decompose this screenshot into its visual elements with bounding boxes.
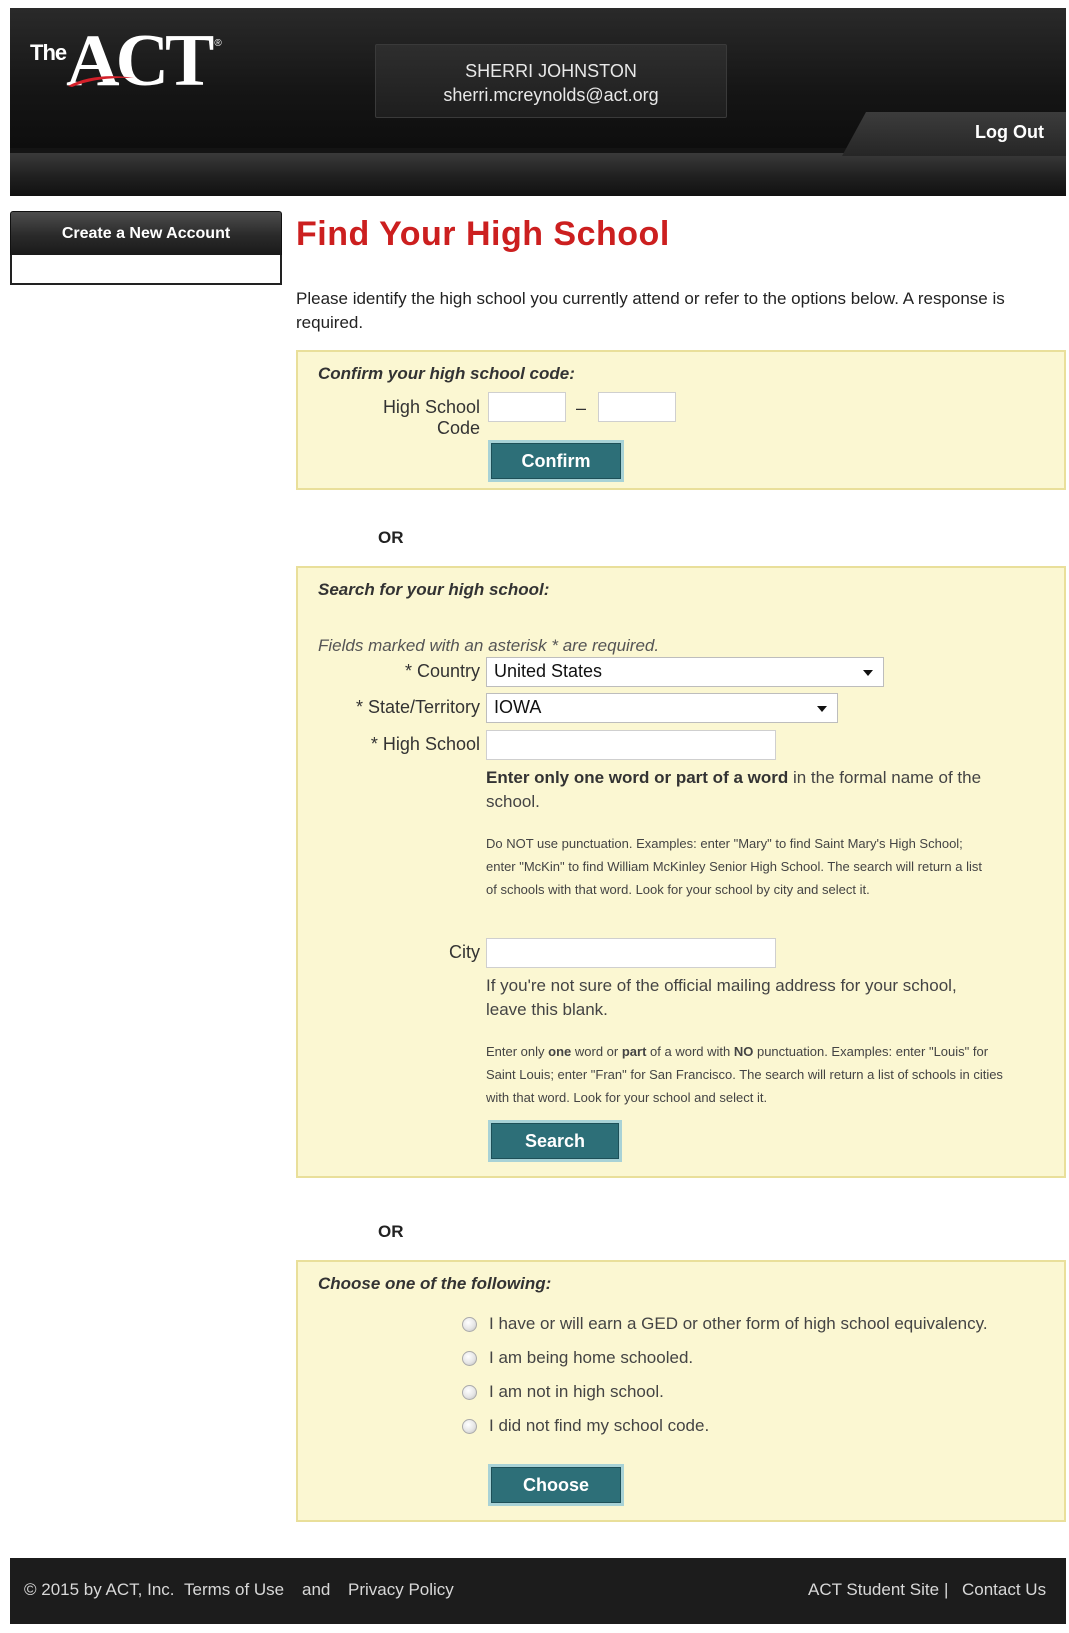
city-help-bold-1: one: [548, 1044, 572, 1059]
footer-and-text: and: [302, 1580, 331, 1599]
radio-option-home-schooled[interactable]: I am being home schooled.: [462, 1348, 693, 1368]
page-intro: Please identify the high school you curr…: [296, 289, 1005, 332]
high-school-help-details: Do NOT use punctuation. Examples: enter …: [486, 836, 982, 897]
footer-separator: |: [944, 1580, 949, 1599]
logo-registered-mark: ®: [214, 38, 222, 49]
create-account-button[interactable]: Create a New Account: [10, 211, 282, 255]
state-selected-value: IOWA: [494, 697, 542, 717]
or-separator-2: OR: [378, 1222, 404, 1241]
user-info-box: SHERRI JOHNSTON sherri.mcreynolds@act.or…: [375, 44, 727, 118]
header-nav-band: [10, 153, 1066, 196]
user-name: SHERRI JOHNSTON: [465, 61, 637, 81]
confirm-panel-title: Confirm your high school code:: [318, 364, 575, 383]
city-input[interactable]: [486, 938, 776, 968]
high-school-input[interactable]: [486, 730, 776, 760]
site-footer: © 2015 by ACT, Inc. Terms of Use and Pri…: [10, 1558, 1066, 1624]
or-separator-1: OR: [378, 528, 404, 547]
radio-label-no-school-code: I did not find my school code.: [489, 1416, 710, 1435]
page-title: Find Your High School: [296, 215, 670, 253]
search-button[interactable]: Search: [488, 1120, 622, 1162]
high-school-label: * High School: [370, 734, 480, 754]
radio-option-no-school-code[interactable]: I did not find my school code.: [462, 1416, 709, 1436]
radio-button[interactable]: [462, 1316, 477, 1332]
radio-button[interactable]: [462, 1384, 477, 1400]
city-help-details: Enter only one word or part of a word wi…: [486, 1040, 1006, 1109]
radio-option-ged[interactable]: I have or will earn a GED or other form …: [462, 1314, 988, 1334]
city-help-bold-3: NO: [733, 1044, 754, 1059]
logo-act-letters: ACT: [66, 20, 214, 102]
high-school-help-bold: Enter only one word or part of a word: [486, 768, 789, 787]
high-school-code-part2-input[interactable]: [598, 392, 676, 422]
radio-label-not-in-high-school: I am not in high school.: [489, 1382, 664, 1401]
student-site-link[interactable]: ACT Student Site: [808, 1580, 939, 1600]
city-help-bold-2: part: [621, 1044, 647, 1059]
confirm-button[interactable]: Confirm: [488, 440, 624, 482]
choose-panel-title: Choose one of the following:: [318, 1274, 552, 1293]
terms-of-use-link[interactable]: Terms of Use: [184, 1580, 284, 1600]
logo-swoosh-icon: [68, 76, 135, 87]
code-dash: –: [576, 398, 587, 418]
site-header: The ACT ® SHERRI JOHNSTON sherri.mcreyno…: [10, 8, 1066, 196]
search-school-panel: Search for your high school: Fields mark…: [296, 566, 1066, 1178]
contact-us-link[interactable]: Contact Us: [962, 1580, 1046, 1600]
copyright-text: © 2015 by ACT, Inc.: [24, 1580, 175, 1599]
choose-option-panel: Choose one of the following:: [296, 1260, 1066, 1522]
city-help: If you're not sure of the official maili…: [486, 976, 957, 1019]
state-select[interactable]: IOWA: [486, 693, 838, 723]
radio-option-not-in-high-school[interactable]: I am not in high school.: [462, 1382, 664, 1402]
city-help-text-3: of a word with: [646, 1044, 734, 1059]
state-label: * State/Territory: [355, 697, 480, 717]
chevron-down-icon: [817, 706, 827, 712]
radio-label-home-schooled: I am being home schooled.: [489, 1348, 694, 1367]
city-label: City: [449, 942, 480, 962]
logout-link[interactable]: Log Out: [975, 122, 1044, 143]
required-fields-note: Fields marked with an asterisk * are req…: [318, 636, 660, 655]
choose-button[interactable]: Choose: [488, 1464, 624, 1506]
chevron-down-icon: [863, 670, 873, 676]
radio-button[interactable]: [462, 1350, 477, 1366]
act-logo[interactable]: The ACT ®: [30, 24, 222, 98]
confirm-code-panel: Confirm your high school code: High Scho…: [296, 350, 1066, 490]
city-help-text-1: Enter only: [486, 1044, 549, 1059]
high-school-code-part1-input[interactable]: [488, 392, 566, 422]
city-help-text-2: word or: [571, 1044, 622, 1059]
user-email: sherri.mcreynolds@act.org: [443, 85, 659, 105]
logo-the-text: The: [30, 40, 67, 65]
search-panel-title: Search for your high school:: [318, 580, 550, 599]
sidebar-panel: [10, 255, 282, 285]
privacy-policy-link[interactable]: Privacy Policy: [348, 1580, 454, 1600]
radio-label-ged: I have or will earn a GED or other form …: [489, 1314, 988, 1333]
logo-act-text: ACT: [66, 24, 214, 98]
country-selected-value: United States: [494, 661, 603, 681]
high-school-code-label: High School Code: [382, 397, 480, 438]
country-label: * Country: [404, 661, 480, 681]
country-select[interactable]: United States: [486, 657, 884, 687]
radio-button[interactable]: [462, 1418, 477, 1434]
high-school-help: Enter only one word or part of a word in…: [486, 766, 986, 814]
